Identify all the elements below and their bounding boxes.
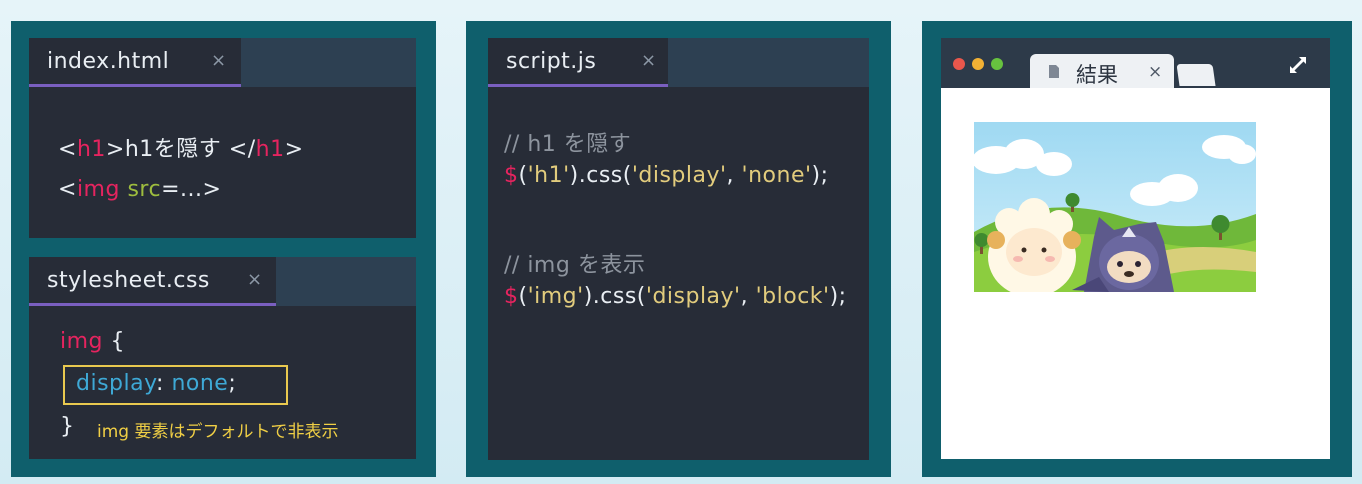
html-code-line-2: <img src=...> [58, 177, 222, 202]
maximize-window-dot[interactable] [991, 58, 1003, 70]
tab-index-html[interactable]: index.html × [29, 38, 241, 87]
js-tab-bar: script.js × [488, 38, 869, 87]
tab-label: stylesheet.css [47, 268, 210, 293]
tab-label: script.js [506, 49, 597, 74]
js-comment-2: // img を表示 [504, 253, 646, 278]
close-icon[interactable]: × [211, 50, 226, 71]
browser-frame: 結果 × [922, 21, 1352, 477]
js-code-line-2: $('img').css('display', 'block'); [504, 284, 847, 309]
document-icon [1049, 65, 1059, 78]
close-window-dot[interactable] [953, 58, 965, 70]
css-editor-pane: stylesheet.css × img { display: none; } … [29, 257, 416, 459]
js-code-line-1: $('h1').css('display', 'none'); [504, 163, 829, 188]
css-code-line-3: } [60, 414, 75, 439]
expand-icon[interactable] [1288, 55, 1308, 75]
html-code-line-1: <h1>h1を隠す </h1> [58, 137, 304, 162]
tab-label: index.html [47, 49, 170, 74]
css-code-line-1: img { [60, 329, 126, 354]
new-tab-button[interactable] [1176, 64, 1216, 86]
minimize-window-dot[interactable] [972, 58, 984, 70]
browser-toolbar: 結果 × [941, 38, 1330, 88]
tab-script-js[interactable]: script.js × [488, 38, 668, 87]
js-editor-pane: script.js × // h1 を隠す $('h1').css('displ… [488, 38, 869, 460]
browser-window: 結果 × [941, 38, 1330, 459]
js-comment-1: // h1 を隠す [504, 132, 632, 157]
annotation-note: img 要素はデフォルトで非表示 [97, 422, 339, 442]
browser-tab-title: 結果 [1076, 63, 1118, 87]
result-image [974, 122, 1256, 292]
css-code-line-2: display: none; [76, 371, 237, 396]
close-icon[interactable]: × [641, 50, 656, 71]
left-editor-frame: index.html × <h1>h1を隠す </h1> <img src=..… [11, 21, 436, 477]
browser-content [941, 88, 1330, 459]
tab-stylesheet-css[interactable]: stylesheet.css × [29, 257, 276, 306]
html-editor-pane: index.html × <h1>h1を隠す </h1> <img src=..… [29, 38, 416, 238]
close-icon[interactable]: × [1148, 62, 1162, 82]
tab-result[interactable]: 結果 × [1030, 54, 1174, 88]
html-tab-bar: index.html × [29, 38, 416, 87]
css-tab-bar: stylesheet.css × [29, 257, 416, 306]
middle-editor-frame: script.js × // h1 を隠す $('h1').css('displ… [466, 21, 891, 477]
close-icon[interactable]: × [247, 269, 262, 290]
